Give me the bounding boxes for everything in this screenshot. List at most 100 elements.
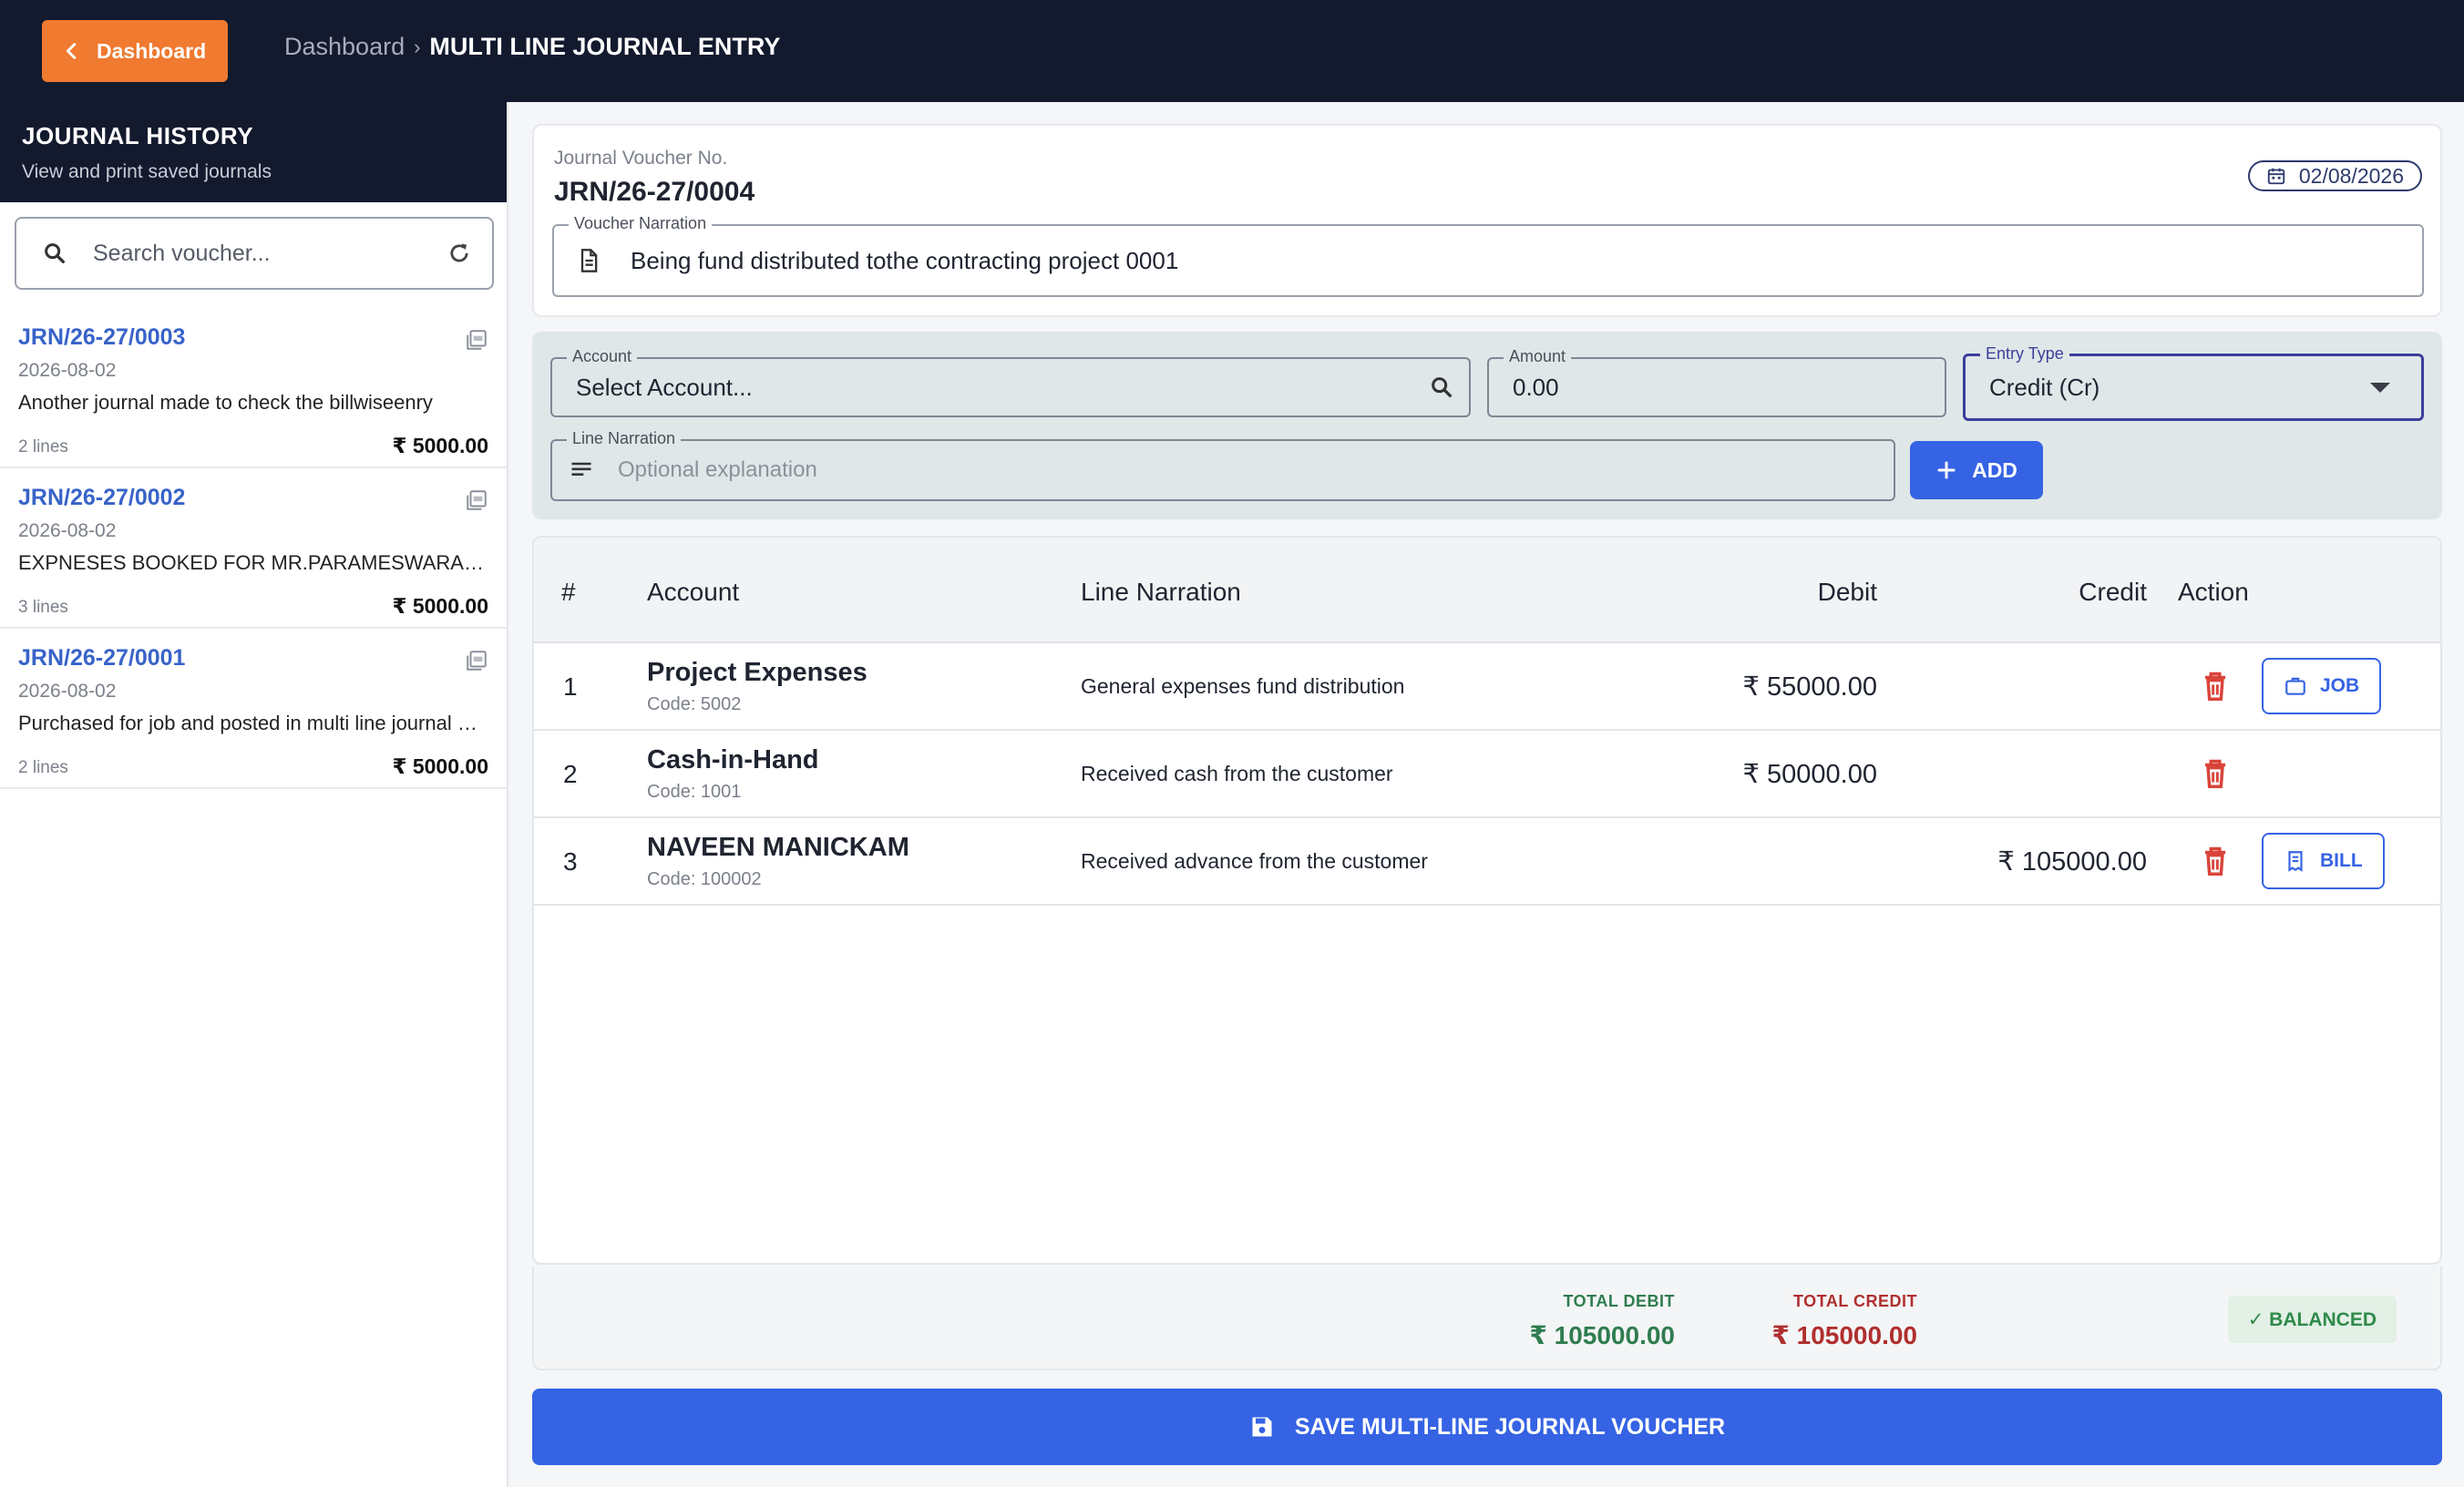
row-narration: General expenses fund distribution — [1081, 674, 1405, 698]
column-header-action: Action — [2178, 578, 2249, 606]
total-debit: TOTAL DEBIT ₹ 105000.00 — [1529, 1292, 1675, 1350]
top-bar: Dashboard Dashboard › MULTI LINE JOURNAL… — [0, 0, 2464, 102]
row-number: 1 — [563, 672, 578, 701]
search-icon[interactable] — [1429, 374, 1454, 400]
refresh-icon[interactable] — [447, 241, 472, 266]
receipt-icon — [2288, 851, 2303, 872]
bill-button[interactable]: BILL — [2262, 833, 2385, 889]
history-date: 2026-08-02 — [18, 360, 117, 381]
balanced-status-badge: ✓ BALANCED — [2227, 1296, 2397, 1343]
chevron-left-icon — [66, 43, 77, 59]
calendar-icon — [2267, 168, 2285, 185]
entry-type-value: Credit (Cr) — [1989, 373, 2100, 401]
history-line-count: 3 lines — [18, 598, 68, 617]
pdf-icon[interactable] — [465, 649, 488, 672]
totals-bar: TOTAL DEBIT ₹ 105000.00 TOTAL CREDIT ₹ 1… — [532, 1267, 2442, 1370]
journal-history-sidebar: JOURNAL HISTORY View and print saved jou… — [0, 102, 508, 1487]
account-label: Account — [567, 347, 638, 366]
amount-label: Amount — [1504, 347, 1572, 366]
history-voucher-number[interactable]: JRN/26-27/0003 — [18, 324, 488, 351]
line-entry-form: Account Select Account... Amount 0.00 En… — [532, 332, 2442, 519]
voucher-narration-value: Being fund distributed tothe contracting… — [631, 246, 1179, 274]
history-voucher-number[interactable]: JRN/26-27/0001 — [18, 645, 488, 672]
journal-lines-table: # Account Line Narration Debit Credit Ac… — [532, 536, 2442, 1265]
entry-type-label: Entry Type — [1980, 344, 2069, 364]
column-header-narration: Line Narration — [1081, 578, 1241, 606]
delete-icon[interactable] — [2198, 844, 2233, 878]
column-header-account: Account — [647, 578, 740, 606]
amount-input[interactable]: Amount 0.00 — [1487, 347, 1946, 417]
voucher-card: Journal Voucher No. JRN/26-27/0004 02/08… — [532, 124, 2442, 317]
voucher-narration-label: Voucher Narration — [569, 214, 713, 233]
page-title: MULTI LINE JOURNAL ENTRY — [429, 33, 781, 60]
dropdown-caret-icon[interactable] — [2370, 382, 2390, 393]
add-line-button[interactable]: ADD — [1910, 441, 2043, 499]
history-line-count: 2 lines — [18, 437, 68, 456]
history-date: 2026-08-02 — [18, 520, 117, 541]
table-row: 2 Cash-in-Hand Code: 1001 Received cash … — [534, 731, 2440, 818]
delete-icon[interactable] — [2198, 669, 2233, 703]
total-debit-value: ₹ 105000.00 — [1529, 1321, 1675, 1349]
history-line-count: 2 lines — [18, 758, 68, 777]
job-button-label: JOB — [2320, 675, 2360, 696]
row-account: Cash-in-Hand — [647, 745, 819, 774]
history-narration: EXPNESES BOOKED FOR MR.PARAMESWARAN AND … — [18, 551, 488, 574]
plus-icon — [1937, 461, 1956, 479]
history-item[interactable]: JRN/26-27/0002 2026-08-02 EXPNESES BOOKE… — [0, 468, 507, 629]
history-voucher-number[interactable]: JRN/26-27/0002 — [18, 485, 488, 511]
search-voucher-input[interactable] — [93, 240, 439, 267]
pdf-icon[interactable] — [465, 488, 488, 512]
text-lines-icon — [571, 462, 591, 476]
line-narration-label: Line Narration — [567, 429, 682, 448]
history-narration: Purchased for job and posted in multi li… — [18, 712, 488, 734]
total-credit-value: ₹ 105000.00 — [1771, 1321, 1917, 1349]
save-voucher-button[interactable]: SAVE MULTI-LINE JOURNAL VOUCHER — [532, 1389, 2442, 1465]
row-number: 3 — [563, 847, 578, 876]
delete-icon[interactable] — [2198, 756, 2233, 791]
sidebar-title: JOURNAL HISTORY — [22, 122, 254, 149]
column-header-num: # — [561, 578, 576, 606]
entry-type-select[interactable]: Entry Type Credit (Cr) — [1963, 344, 2424, 421]
briefcase-icon — [2285, 677, 2305, 695]
row-credit: ₹ 105000.00 — [1997, 847, 2147, 877]
table-row: 1 Project Expenses Code: 5002 General ex… — [534, 643, 2440, 731]
save-voucher-label: SAVE MULTI-LINE JOURNAL VOUCHER — [1294, 1413, 1726, 1440]
search-icon — [45, 243, 65, 263]
history-narration: Another journal made to check the billwi… — [18, 391, 433, 414]
row-account: Project Expenses — [647, 658, 868, 687]
sidebar-subtitle: View and print saved journals — [22, 161, 272, 182]
history-amount: ₹ 5000.00 — [392, 594, 488, 618]
history-amount: ₹ 5000.00 — [392, 754, 488, 778]
total-debit-label: TOTAL DEBIT — [1563, 1292, 1675, 1310]
search-box — [15, 217, 494, 290]
line-narration-input[interactable] — [618, 457, 1802, 483]
row-narration: Received advance from the customer — [1081, 849, 1428, 873]
history-item[interactable]: JRN/26-27/0001 2026-08-02 Purchased for … — [0, 629, 507, 789]
sidebar-header: JOURNAL HISTORY View and print saved jou… — [0, 102, 507, 202]
document-icon — [580, 249, 598, 272]
breadcrumb: Dashboard › MULTI LINE JOURNAL ENTRY — [284, 33, 780, 61]
table-row: 3 NAVEEN MANICKAM Code: 100002 Received … — [534, 818, 2440, 906]
breadcrumb-dashboard[interactable]: Dashboard — [284, 33, 405, 61]
line-narration-field[interactable]: Line Narration — [550, 429, 1895, 501]
dashboard-back-button[interactable]: Dashboard — [42, 20, 228, 82]
account-select[interactable]: Account Select Account... — [550, 347, 1471, 417]
row-account-code: Code: 5002 — [647, 694, 742, 714]
row-account-code: Code: 1001 — [647, 782, 742, 802]
breadcrumb-separator: › — [414, 35, 421, 58]
history-amount: ₹ 5000.00 — [392, 434, 488, 457]
job-button[interactable]: JOB — [2262, 658, 2382, 714]
table-header: # Account Line Narration Debit Credit Ac… — [534, 538, 2440, 643]
voucher-number: JRN/26-27/0004 — [554, 177, 755, 207]
voucher-date-picker[interactable]: 02/08/2026 — [2247, 160, 2422, 191]
floppy-disk-icon — [1252, 1417, 1272, 1437]
history-list: JRN/26-27/0003 2026-08-02 Another journa… — [0, 308, 507, 789]
row-debit: ₹ 50000.00 — [1742, 760, 1877, 789]
pdf-icon[interactable] — [465, 328, 488, 352]
account-select-value: Select Account... — [576, 373, 753, 401]
add-line-label: ADD — [1972, 457, 2017, 482]
voucher-narration-field[interactable]: Voucher Narration Being fund distributed… — [552, 214, 2424, 297]
column-header-debit: Debit — [1817, 578, 1877, 606]
history-item[interactable]: JRN/26-27/0003 2026-08-02 Another journa… — [0, 308, 507, 468]
column-header-credit: Credit — [2079, 578, 2147, 606]
